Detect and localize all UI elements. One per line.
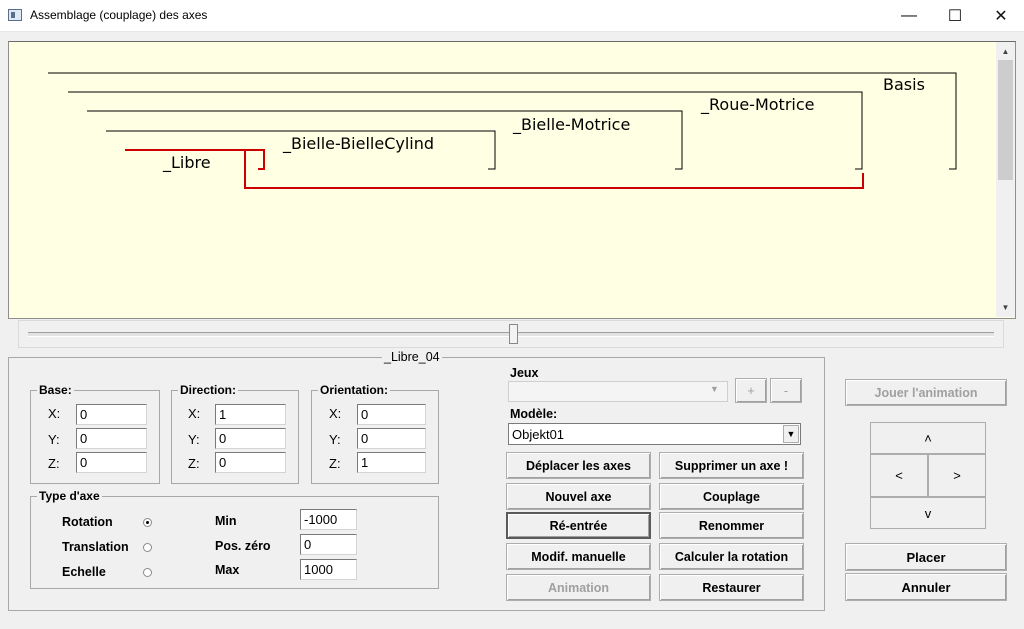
rotation-option-label[interactable]: Rotation xyxy=(62,515,113,529)
placer-button[interactable]: Placer xyxy=(845,543,1007,571)
axis-type-label: Type d'axe xyxy=(37,489,102,503)
translation-option-label[interactable]: Translation xyxy=(62,540,129,554)
orientation-x-label: X: xyxy=(329,406,342,421)
echelle-option-label[interactable]: Echelle xyxy=(62,565,106,579)
jeux-remove-button[interactable]: - xyxy=(770,378,802,403)
maximize-button[interactable]: ☐ xyxy=(932,0,978,31)
base-z-label: Z: xyxy=(48,456,60,471)
axis-tree-diagram: Basis _Roue-Motrice _Bielle-Motrice _Bie… xyxy=(48,72,957,189)
jeux-chevron-down-icon: ▼ xyxy=(710,384,719,394)
min-label: Min xyxy=(215,514,237,528)
direction-z-label: Z: xyxy=(188,456,200,471)
max-field[interactable]: 1000 xyxy=(300,559,357,580)
node-bielle-biellecylind: _Bielle-BielleCylind xyxy=(282,134,434,154)
orientation-group-label: Orientation: xyxy=(318,383,390,397)
zero-position-label: Pos. zéro xyxy=(215,539,271,553)
echelle-radio[interactable] xyxy=(143,568,152,577)
jeux-add-button[interactable]: + xyxy=(735,378,767,403)
nav-left-button[interactable]: < xyxy=(870,454,928,497)
direction-x-field[interactable]: 1 xyxy=(215,404,286,425)
axis-tree-view[interactable]: Basis _Roue-Motrice _Bielle-Motrice _Bie… xyxy=(8,41,1016,319)
scroll-down-arrow-icon[interactable]: ▼ xyxy=(996,300,1015,316)
direction-z-field[interactable]: 0 xyxy=(215,452,286,473)
modif-manuelle-button[interactable]: Modif. manuelle xyxy=(506,543,651,570)
base-group-label: Base: xyxy=(37,383,74,397)
reentree-button[interactable]: Ré-entrée xyxy=(506,512,651,539)
nouvel-axe-button[interactable]: Nouvel axe xyxy=(506,483,651,510)
couplage-button[interactable]: Couplage xyxy=(659,483,804,510)
node-libre: _Libre xyxy=(162,153,211,173)
base-x-field[interactable]: 0 xyxy=(76,404,147,425)
base-x-label: X: xyxy=(48,406,61,421)
animation-button[interactable]: Animation xyxy=(506,574,651,601)
chevron-up-icon: ˄ xyxy=(924,430,932,446)
restaurer-button[interactable]: Restaurer xyxy=(659,574,804,601)
nav-right-button[interactable]: > xyxy=(928,454,986,497)
direction-y-label: Y: xyxy=(188,432,200,447)
direction-group-label: Direction: xyxy=(178,383,239,397)
chevron-right-icon: > xyxy=(953,468,961,483)
orientation-z-field[interactable]: 1 xyxy=(357,452,426,473)
modele-dropdown[interactable]: Objekt01 ▼ xyxy=(508,423,801,445)
modele-label: Modèle: xyxy=(510,407,558,421)
axis-group-title: _Libre_04 xyxy=(382,350,442,364)
node-basis: Basis xyxy=(883,75,925,94)
minimize-button[interactable]: — xyxy=(886,0,932,31)
modele-chevron-down-icon[interactable]: ▼ xyxy=(783,425,799,443)
base-z-field[interactable]: 0 xyxy=(76,452,147,473)
node-roue-motrice: _Roue-Motrice xyxy=(700,95,814,115)
base-y-label: Y: xyxy=(48,432,60,447)
scroll-up-arrow-icon[interactable]: ▲ xyxy=(996,44,1015,60)
close-button[interactable]: ✕ xyxy=(978,0,1024,31)
jeux-label: Jeux xyxy=(510,366,539,380)
orientation-y-field[interactable]: 0 xyxy=(357,428,426,449)
renommer-button[interactable]: Renommer xyxy=(659,512,804,539)
animation-slider-thumb[interactable] xyxy=(509,324,518,344)
direction-y-field[interactable]: 0 xyxy=(215,428,286,449)
nav-up-button[interactable]: ˄ xyxy=(870,422,986,454)
supprimer-axe-button[interactable]: Supprimer un axe ! xyxy=(659,452,804,479)
rotation-radio[interactable] xyxy=(143,518,152,527)
coupling-link xyxy=(244,150,864,189)
chevron-left-icon: < xyxy=(895,468,903,483)
zero-position-field[interactable]: 0 xyxy=(300,534,357,555)
app-icon xyxy=(8,9,22,21)
direction-x-label: X: xyxy=(188,406,201,421)
annuler-button[interactable]: Annuler xyxy=(845,573,1007,601)
modele-value: Objekt01 xyxy=(512,427,565,442)
base-y-field[interactable]: 0 xyxy=(76,428,147,449)
orientation-z-label: Z: xyxy=(329,456,341,471)
deplacer-axes-button[interactable]: Déplacer les axes xyxy=(506,452,651,479)
jouer-animation-button[interactable]: Jouer l'animation xyxy=(845,379,1007,406)
orientation-x-field[interactable]: 0 xyxy=(357,404,426,425)
max-label: Max xyxy=(215,563,240,577)
translation-radio[interactable] xyxy=(143,543,152,552)
calculer-rotation-button[interactable]: Calculer la rotation xyxy=(659,543,804,570)
orientation-y-label: Y: xyxy=(329,432,341,447)
window-title: Assemblage (couplage) des axes xyxy=(30,8,208,22)
nav-down-button[interactable]: v xyxy=(870,497,986,529)
jeux-dropdown[interactable]: ▼ xyxy=(508,381,728,402)
min-field[interactable]: -1000 xyxy=(300,509,357,530)
chevron-down-icon: v xyxy=(924,505,932,521)
node-bielle-motrice: _Bielle-Motrice xyxy=(512,115,630,135)
scroll-thumb[interactable] xyxy=(998,60,1013,180)
